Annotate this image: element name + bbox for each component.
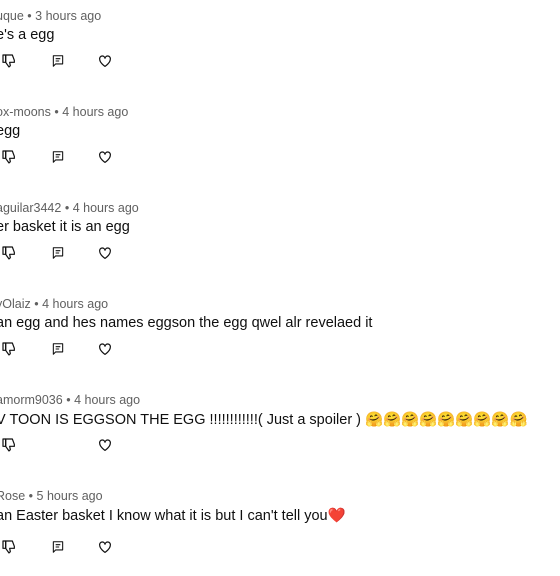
meta-separator: •	[27, 9, 32, 23]
comment-item: Rose • 5 hours ago an Easter basket I kn…	[0, 480, 560, 576]
thumbs-down-icon[interactable]	[0, 148, 18, 166]
comment-author[interactable]: ox-moons	[0, 105, 51, 119]
comment-text: egg	[0, 123, 21, 139]
comment-meta: amorm9036 • 4 hours ago	[0, 393, 140, 407]
comment-time: 4 hours ago	[42, 297, 109, 311]
meta-separator: •	[66, 393, 71, 407]
comment-text: an egg and hes names eggson the egg qwel…	[0, 315, 373, 331]
comment-time: 4 hours ago	[62, 105, 129, 119]
comment-meta: yOlaiz • 4 hours ago	[0, 297, 108, 311]
comment-time: 4 hours ago	[74, 393, 141, 407]
comment-author[interactable]: Rose	[0, 489, 25, 503]
thumbs-down-icon[interactable]	[0, 538, 18, 556]
heart-icon[interactable]	[96, 436, 114, 454]
comment-author[interactable]: yOlaiz	[0, 297, 31, 311]
thumbs-down-icon[interactable]	[0, 52, 18, 70]
comment-author[interactable]: aguilar3442	[0, 201, 61, 215]
comment-actions	[0, 436, 140, 456]
comment-author[interactable]: uque	[0, 9, 24, 23]
heart-icon[interactable]	[96, 244, 114, 262]
comment-text: an Easter basket I know what it is but I…	[0, 508, 346, 524]
reply-icon[interactable]	[49, 244, 67, 262]
meta-separator: •	[34, 297, 39, 311]
comment-meta: Rose • 5 hours ago	[0, 489, 103, 503]
heart-icon[interactable]	[96, 340, 114, 358]
heart-icon[interactable]	[96, 538, 114, 556]
comment-actions	[0, 148, 140, 168]
comment-text: e's a egg	[0, 27, 55, 43]
thumbs-down-icon[interactable]	[0, 340, 18, 358]
comment-time: 4 hours ago	[72, 201, 139, 215]
comment-time: 3 hours ago	[35, 9, 102, 23]
comment-text: V TOON IS EGGSON THE EGG !!!!!!!!!!!!( J…	[0, 412, 528, 428]
heart-icon[interactable]	[96, 148, 114, 166]
comment-item: yOlaiz • 4 hours ago an egg and hes name…	[0, 288, 560, 384]
heart-icon[interactable]	[96, 52, 114, 70]
comment-item: ox-moons • 4 hours ago egg	[0, 96, 560, 192]
reply-icon[interactable]	[49, 340, 67, 358]
comment-actions	[0, 538, 140, 558]
comment-text: er basket it is an egg	[0, 219, 130, 235]
comment-actions	[0, 340, 140, 360]
reply-icon[interactable]	[49, 52, 67, 70]
meta-separator: •	[54, 105, 59, 119]
thumbs-down-icon[interactable]	[0, 436, 18, 454]
reply-icon[interactable]	[49, 538, 67, 556]
meta-separator: •	[64, 201, 70, 215]
comment-meta: uque • 3 hours ago	[0, 9, 101, 23]
comment-time: 5 hours ago	[36, 489, 103, 503]
meta-separator: •	[28, 489, 34, 503]
comment-item: uque • 3 hours ago e's a egg	[0, 0, 560, 96]
reply-icon[interactable]	[49, 148, 67, 166]
comment-item: amorm9036 • 4 hours ago V TOON IS EGGSON…	[0, 384, 560, 480]
comment-author[interactable]: amorm9036	[0, 393, 63, 407]
comment-actions	[0, 52, 140, 72]
comment-meta: aguilar3442 • 4 hours ago	[0, 201, 139, 215]
thumbs-down-icon[interactable]	[0, 244, 18, 262]
comment-actions	[0, 244, 140, 264]
comment-item: aguilar3442 • 4 hours ago er basket it i…	[0, 192, 560, 288]
comment-meta: ox-moons • 4 hours ago	[0, 105, 128, 119]
